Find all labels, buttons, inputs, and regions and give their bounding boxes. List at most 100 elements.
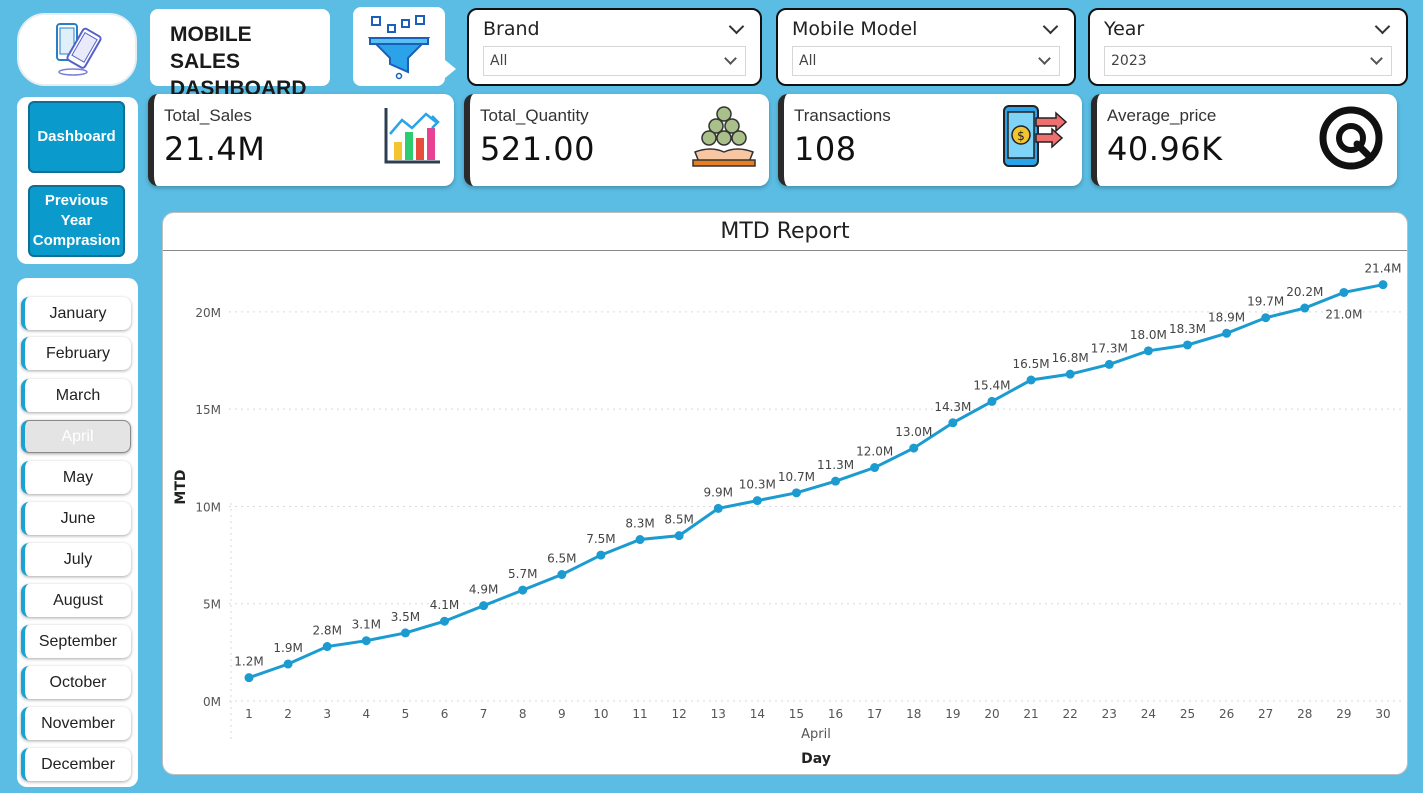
data-label: 16.5M [1013,357,1050,371]
x-tick-label: 3 [323,707,331,721]
brand-slicer[interactable]: Brand All [467,8,762,86]
data-label: 12.0M [856,445,893,459]
data-label: 19.7M [1247,295,1284,309]
year-slicer-label: Year [1104,18,1145,40]
data-label: 16.8M [1052,351,1089,365]
month-august[interactable]: August [21,584,131,617]
gauge-icon [1319,106,1383,170]
data-label: 1.2M [234,655,263,669]
data-label: 8.3M [625,517,654,531]
mobile-phones-icon [56,22,102,76]
data-point [1261,313,1271,323]
month-april[interactable]: April [21,420,131,453]
data-label: 6.5M [547,552,576,566]
data-label: 18.9M [1208,310,1245,324]
x-tick-label: 29 [1336,707,1351,721]
data-point [713,503,723,513]
x-tick-label: 28 [1297,707,1312,721]
month-july[interactable]: July [21,543,131,576]
month-september[interactable]: September [21,625,131,658]
year-dropdown[interactable]: 2023 [1104,46,1392,76]
data-label: 10.7M [778,470,815,484]
data-point [322,642,332,652]
data-label: 10.3M [739,478,776,492]
month-slicer: January February March April May June Ju… [17,278,138,787]
data-point [361,636,371,646]
data-point [1222,328,1232,338]
month-march[interactable]: March [21,379,131,412]
data-label: 1.9M [273,641,302,655]
data-point [635,535,645,545]
x-tick-label: 6 [441,707,449,721]
x-tick-label: 13 [711,707,726,721]
mtd-line-chart: 0M5M10M15M20M 1 2 3 4 5 6 7 8 9 10 11 12 13 14 15 16 17 1… [173,262,1403,767]
x-tick-label: 21 [1023,707,1038,721]
kpi-total-quantity: Total_Quantity 521.00 [464,94,769,186]
month-december[interactable]: December [21,748,131,781]
data-point [1339,287,1349,297]
month-label: July [63,550,93,568]
x-tick-label: 7 [480,707,488,721]
kpi-average-price: Average_price 40.96K [1091,94,1397,186]
chevron-down-icon [1038,51,1051,65]
bar-chart-icon [384,108,440,164]
month-label: March [55,386,101,404]
month-label: February [45,344,111,362]
data-label: 2.8M [312,624,341,638]
month-label: August [53,591,103,609]
month-february[interactable]: February [21,337,131,370]
data-label: 5.7M [508,567,537,581]
x-tick-label: 27 [1258,707,1273,721]
month-label: May [62,468,94,486]
data-point [557,570,567,580]
data-label: 14.3M [934,400,971,414]
data-label: 9.9M [704,485,733,499]
x-tick-label: 20 [984,707,999,721]
x-tick-label: 4 [362,707,370,721]
chevron-down-icon[interactable] [728,18,745,34]
mtd-report-chart: MTD Report 0M 5M 10M 15M 20M 1 2 3 4 5 6 7 8 9 10 11 12… [162,212,1408,775]
data-label: 18.0M [1130,328,1167,342]
month-label: October [49,673,107,691]
x-tick-label: 5 [402,707,410,721]
data-label: 15.4M [973,378,1010,392]
x-tick-label: 2 [284,707,292,721]
data-label: 17.3M [1091,341,1128,355]
dashboard-title: MOBILE SALES DASHBOARD [150,9,330,100]
month-november[interactable]: November [21,707,131,740]
kpi-transactions: Transactions 108 $ [778,94,1082,186]
model-slicer[interactable]: Mobile Model All [776,8,1076,86]
x-axis-label: Day [801,751,831,767]
data-point [244,673,254,683]
dashboard-button[interactable]: Dashboard [28,101,125,173]
data-point [1182,340,1192,350]
year-slicer[interactable]: Year 2023 [1088,8,1408,86]
chevron-down-icon[interactable] [1374,18,1391,34]
model-dropdown[interactable]: All [792,46,1060,76]
month-label: April [61,427,94,445]
previous-year-comparison-button[interactable]: Previous Year Comprasion [28,185,125,257]
data-point [1026,375,1036,385]
prev-label-3: Comprasion [32,232,121,249]
data-point [752,496,762,506]
month-label: September [38,632,118,650]
month-january[interactable]: January [21,297,131,330]
y-tick-label: 20M [195,306,221,320]
data-point [870,463,880,473]
month-label: January [49,304,107,322]
y-axis-label: MTD [173,469,189,504]
x-tick-label: 1 [245,707,253,721]
data-point [1143,346,1153,356]
data-point [791,488,801,498]
data-point [1378,280,1388,290]
month-may[interactable]: May [21,461,131,494]
month-label: December [41,755,115,773]
data-label: 4.1M [430,598,459,612]
month-october[interactable]: October [21,666,131,699]
chevron-down-icon[interactable] [1042,18,1059,34]
prev-label-2: Year [60,212,93,229]
x-tick-label: 16 [828,707,843,721]
month-june[interactable]: June [21,502,131,535]
brand-dropdown[interactable]: All [483,46,746,76]
filter-button[interactable] [353,7,445,86]
